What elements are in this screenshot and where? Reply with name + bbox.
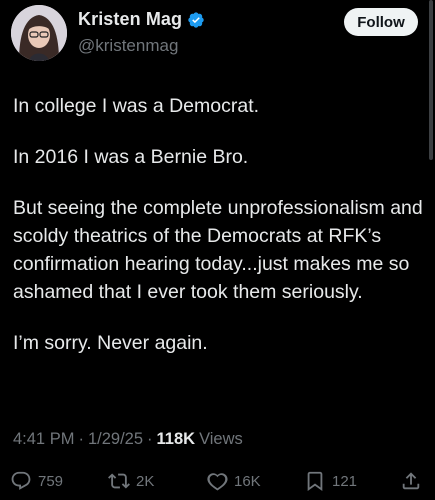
tweet-time[interactable]: 4:41 PM	[13, 430, 74, 449]
author-name-row[interactable]: Kristen Mag	[78, 9, 205, 30]
repost-count: 2K	[136, 472, 155, 490]
share-button[interactable]	[400, 470, 422, 492]
tweet-date[interactable]: 1/29/25	[88, 430, 143, 449]
tweet-body: In college I was a Democrat. In 2016 I w…	[13, 92, 427, 380]
tweet-paragraph-4: I’m sorry. Never again.	[13, 332, 208, 354]
bookmark-count: 121	[332, 472, 358, 490]
tweet-paragraph-1: In college I was a Democrat.	[13, 95, 260, 117]
follow-button[interactable]: Follow	[344, 8, 418, 36]
verified-badge-icon	[187, 11, 205, 29]
views-label: Views	[199, 430, 243, 448]
avatar-image	[11, 5, 67, 61]
bookmark-button[interactable]: 121	[304, 470, 357, 492]
tweet-meta: 4:41 PM · 1/29/25 · 118K Views	[13, 430, 243, 449]
reply-count: 759	[38, 472, 64, 490]
tweet-paragraph-3: But seeing the complete unprofessionalis…	[13, 197, 423, 303]
scrollbar[interactable]	[429, 0, 433, 160]
like-count: 16K	[234, 472, 261, 490]
reply-icon	[10, 470, 32, 492]
heart-icon	[206, 470, 228, 492]
repost-icon	[108, 470, 130, 492]
bookmark-icon	[304, 470, 326, 492]
like-button[interactable]: 16K	[206, 470, 261, 492]
action-bar: 759 2K 16K 121	[0, 470, 435, 498]
views-count: 118K	[156, 430, 196, 448]
repost-button[interactable]: 2K	[108, 470, 154, 492]
share-icon	[400, 470, 422, 492]
author-display-name[interactable]: Kristen Mag	[78, 9, 182, 30]
avatar[interactable]	[11, 5, 67, 61]
tweet: Kristen Mag @kristenmag Follow In colleg…	[0, 0, 435, 500]
meta-separator: ·	[78, 430, 84, 448]
author-handle[interactable]: @kristenmag	[78, 36, 178, 56]
tweet-paragraph-2: In 2016 I was a Bernie Bro.	[13, 146, 249, 168]
reply-button[interactable]: 759	[10, 470, 63, 492]
meta-separator-2: ·	[147, 430, 153, 448]
